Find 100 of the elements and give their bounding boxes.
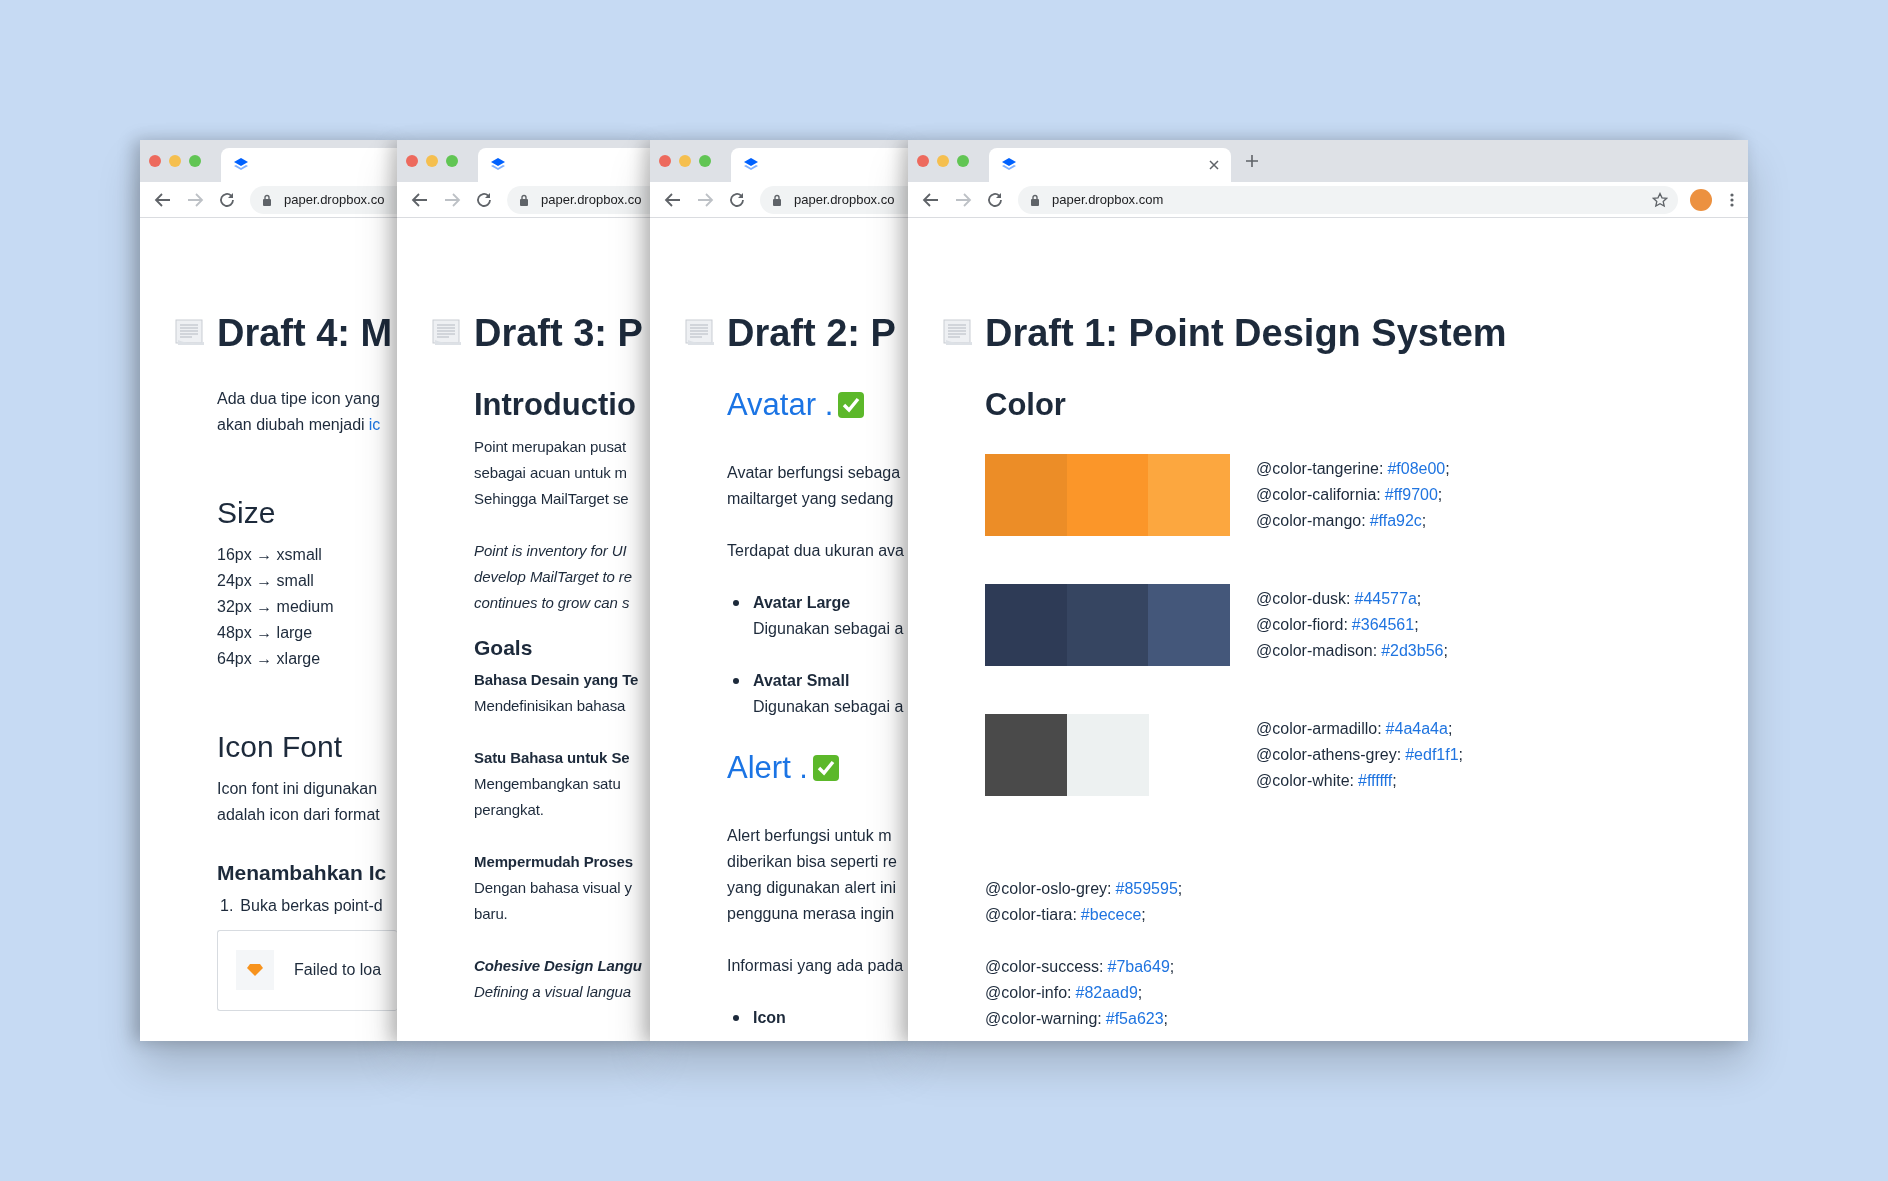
back-icon[interactable]: [664, 190, 682, 209]
reload-icon[interactable]: [218, 190, 236, 209]
lock-icon: [519, 193, 529, 206]
window-control: [446, 155, 458, 167]
window-control: [426, 155, 438, 167]
url-text: paper.dropbox.co: [794, 190, 895, 209]
color-variable: @color-fiord: #364561;: [1256, 614, 1420, 635]
back-icon[interactable]: [154, 190, 172, 209]
layers-icon: [1001, 157, 1017, 173]
layers-icon: [490, 157, 506, 173]
list-line: 48px → large: [217, 622, 314, 643]
address-bar[interactable]: paper.dropbox.co: [507, 185, 650, 214]
window-control: [406, 155, 418, 167]
paragraph: Informasi yang ada pada: [727, 955, 905, 976]
address-bar[interactable]: paper.dropbox.com: [1018, 185, 1678, 214]
bullet-icon: [733, 677, 739, 684]
section-heading: Icon Font: [217, 728, 344, 765]
color-value-link[interactable]: #becece: [1080, 905, 1142, 923]
url-text: paper.dropbox.co: [541, 190, 642, 209]
list-line: 64px → xlarge: [217, 648, 322, 669]
color-variable: @color-mango: #ffa92c;: [1256, 510, 1428, 531]
address-bar[interactable]: paper.dropbox.co: [760, 185, 908, 214]
reload-icon[interactable]: [986, 190, 1004, 209]
window-control: [659, 155, 671, 167]
list-line: 24px → small: [217, 570, 315, 591]
document-icon: [685, 318, 715, 346]
paragraph: Point merupakan pusat sebagai acuan untuk m Sehingga MailTarget se: [474, 436, 630, 509]
color-value-link[interactable]: #44577a: [1354, 589, 1417, 607]
url-text: paper.dropbox.co: [284, 190, 385, 209]
layers-icon: [233, 157, 249, 173]
list-line: 32px → medium: [217, 596, 335, 617]
paragraph: Bahasa Desain yang Te Mendefinisikan bahasa: [474, 669, 640, 716]
reload-icon[interactable]: [475, 190, 493, 209]
color-value-link[interactable]: #7ba649: [1107, 957, 1170, 975]
inline-link[interactable]: ic: [368, 415, 381, 433]
color-value-link[interactable]: #f08e00: [1387, 459, 1446, 477]
color-variable: @color-warning: #f5a623;: [985, 1008, 1170, 1029]
error-message: Failed to loa: [294, 960, 382, 981]
color-variable: @color-oslo-grey: #859595;: [985, 878, 1184, 899]
layers-icon: [743, 157, 759, 173]
color-value-link[interactable]: #f5a623: [1105, 1009, 1164, 1027]
color-variable: @color-athens-grey: #edf1f1;: [1256, 744, 1464, 765]
color-value-link[interactable]: #ff9700: [1384, 485, 1438, 503]
color-value-link[interactable]: #364561: [1351, 615, 1415, 633]
section-heading: Avatar .: [727, 385, 834, 424]
paragraph: Point is inventory for UI develop MailTarget to re continues to grow can s: [474, 540, 633, 613]
paragraph: Mempermudah Proses Dengan bahasa visual y baru.: [474, 851, 635, 924]
close-icon[interactable]: [1209, 160, 1219, 170]
color-value-link[interactable]: #859595: [1115, 879, 1178, 897]
color-variable: @color-white: #ffffff;: [1256, 770, 1398, 791]
color-variable: @color-dusk: #44577a;: [1256, 588, 1423, 609]
document-icon: [432, 318, 462, 346]
star-icon[interactable]: [1652, 191, 1668, 208]
paragraph: Ada dua tipe icon yang akan diubah menjadi ic: [217, 388, 382, 435]
color-variable: @color-california: #ff9700;: [1256, 484, 1444, 505]
color-value-link[interactable]: #edf1f1: [1405, 745, 1459, 763]
reload-icon[interactable]: [728, 190, 746, 209]
window-control: [957, 155, 969, 167]
plus-icon[interactable]: [1245, 154, 1259, 168]
back-icon[interactable]: [922, 190, 940, 209]
section-heading: Introductio: [474, 385, 637, 424]
paragraph: Cohesive Design Langu Defining a visual langua: [474, 955, 643, 1002]
color-value-link[interactable]: #2d3b56: [1381, 641, 1444, 659]
subheading: Goals: [474, 634, 534, 661]
paragraph: Terdapat dua ukuran ava: [727, 540, 905, 561]
paragraph: Satu Bahasa untuk Se Mengembangkan satu perangkat.: [474, 747, 631, 820]
document-icon: [175, 318, 205, 346]
color-variable: @color-info: #82aad9;: [985, 982, 1144, 1003]
lock-icon: [772, 193, 782, 206]
window-control: [917, 155, 929, 167]
list-line: 16px → xsmall: [217, 544, 323, 565]
diamond-icon: [247, 964, 263, 977]
url-text: paper.dropbox.com: [1052, 190, 1164, 209]
document-title: Draft 4: M: [217, 311, 394, 356]
list-number: 1.: [220, 895, 234, 916]
back-icon[interactable]: [411, 190, 429, 209]
section-heading: Color: [985, 385, 1067, 424]
paragraph: Icon font ini digunakan adalah icon dari format: [217, 778, 381, 825]
subheading: Menambahkan Ic: [217, 859, 388, 886]
more-menu-icon[interactable]: [1730, 192, 1734, 207]
color-variable: @color-success: #7ba649;: [985, 956, 1176, 977]
lock-icon: [1030, 193, 1040, 206]
section-heading: Size: [217, 494, 277, 531]
color-value-link[interactable]: #4a4a4a: [1385, 719, 1448, 737]
list-item: Buka berkas point-d: [240, 895, 383, 916]
paragraph: Alert berfungsi untuk m diberikan bisa seperti re yang digunakan alert ini pengguna merasa ingin: [727, 825, 898, 924]
bullet-icon: [733, 599, 739, 606]
list-item: Avatar Small Digunakan sebagai a: [753, 670, 904, 717]
address-bar[interactable]: paper.dropbox.co: [250, 185, 397, 214]
color-value-link[interactable]: #ffffff: [1358, 771, 1393, 789]
bullet-icon: [733, 1014, 739, 1021]
section-heading: Alert .: [727, 748, 808, 787]
lock-icon: [262, 193, 272, 206]
color-value-link[interactable]: #ffa92c: [1369, 511, 1422, 529]
document-icon: [943, 318, 973, 346]
document-title: Draft 1: Point Design System: [985, 311, 1508, 356]
color-variable: @color-madison: #2d3b56;: [1256, 640, 1448, 661]
color-variable: @color-armadillo: #4a4a4a;: [1256, 718, 1454, 739]
list-item: Avatar Large Digunakan sebagai a: [753, 592, 904, 639]
color-value-link[interactable]: #82aad9: [1075, 983, 1138, 1001]
